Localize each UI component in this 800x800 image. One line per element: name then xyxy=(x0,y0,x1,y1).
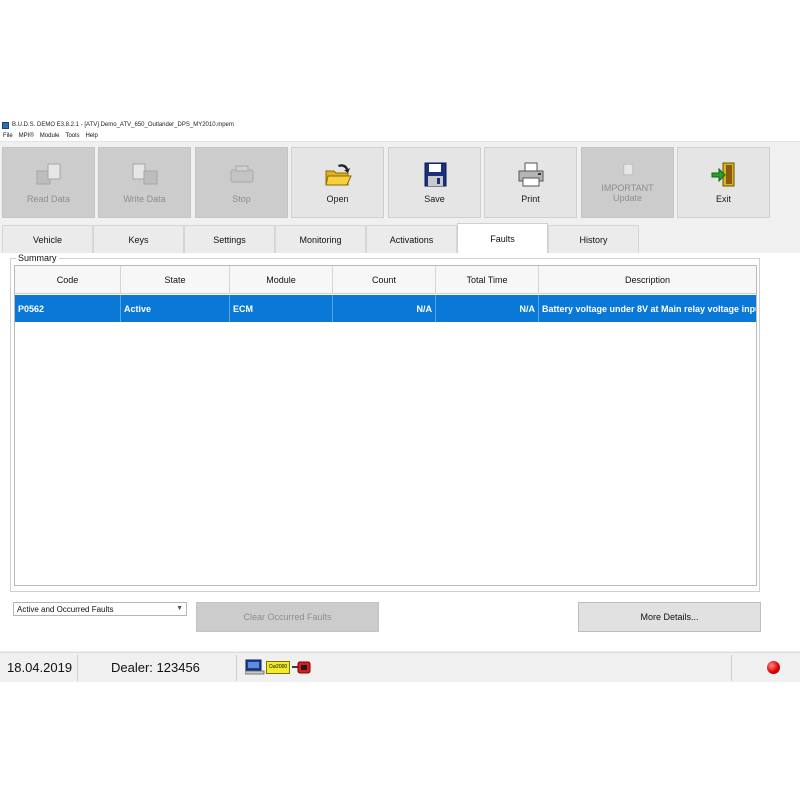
column-header-module[interactable]: Module xyxy=(230,266,333,294)
menu-file[interactable]: File xyxy=(0,133,16,139)
printer-icon xyxy=(518,162,543,186)
tab-faults[interactable]: Faults xyxy=(457,223,548,254)
more-details-button[interactable]: More Details... xyxy=(578,602,761,632)
menu-mpi[interactable]: MPI® xyxy=(16,133,37,139)
status-separator xyxy=(236,655,237,681)
column-header-state[interactable]: State xyxy=(121,266,230,294)
window-title: B.U.D.S. DEMO E3.8.2.1 - [ATV] Demo_ATV_… xyxy=(12,122,234,128)
app-icon xyxy=(2,121,9,129)
clear-occurred-faults-button[interactable]: Clear Occurred Faults xyxy=(196,602,379,632)
menu-tools[interactable]: Tools xyxy=(62,133,82,139)
status-bar: 18.04.2019 Dealer: 123456 Cw2000 xyxy=(0,652,800,682)
tab-history[interactable]: History xyxy=(548,225,639,253)
cell-total-time: N/A xyxy=(436,295,539,322)
vehicle-engine-icon xyxy=(292,661,311,674)
fault-filter-dropdown[interactable]: Active and Occurred Faults ▼ xyxy=(13,602,187,616)
tab-vehicle[interactable]: Vehicle xyxy=(2,225,93,253)
interface-device-label: Cw2000 xyxy=(268,664,288,670)
read-data-button[interactable]: Read Data xyxy=(2,147,95,218)
tab-settings[interactable]: Settings xyxy=(184,225,275,253)
cell-count: N/A xyxy=(333,295,436,322)
status-date: 18.04.2019 xyxy=(7,660,73,675)
faults-panel: Summary Code State Module Count Total Ti… xyxy=(0,253,800,651)
cell-state: Active xyxy=(121,295,230,322)
status-separator xyxy=(77,655,78,681)
table-header: Code State Module Count Total Time Descr… xyxy=(15,266,756,294)
summary-label: Summary xyxy=(16,253,59,263)
important-update-button[interactable]: IMPORTANT Update xyxy=(581,147,674,218)
column-header-code[interactable]: Code xyxy=(15,266,121,294)
column-header-description[interactable]: Description xyxy=(539,266,756,294)
connection-indicator-icon xyxy=(767,661,780,674)
stop-button[interactable]: Stop xyxy=(195,147,288,218)
print-button[interactable]: Print xyxy=(484,147,577,218)
tab-bar: Vehicle Keys Settings Monitoring Activat… xyxy=(0,223,800,254)
toolbar: Read Data Write Data Stop Open Save Prin… xyxy=(0,144,800,220)
buds-window: B.U.D.S. DEMO E3.8.2.1 - [ATV] Demo_ATV_… xyxy=(0,119,800,682)
status-dealer: Dealer: 123456 xyxy=(111,660,200,675)
exit-door-icon xyxy=(711,162,734,186)
update-icon xyxy=(623,162,633,175)
menu-bar: File MPI® Module Tools Help xyxy=(0,131,800,142)
read-data-icon xyxy=(36,163,60,184)
interface-device-icon: Cw2000 xyxy=(266,660,290,674)
cell-description: Battery voltage under 8V at Main relay v… xyxy=(542,303,756,314)
tab-activations[interactable]: Activations xyxy=(366,225,457,253)
menu-module[interactable]: Module xyxy=(37,133,63,139)
stop-icon xyxy=(230,165,253,182)
chevron-down-icon[interactable]: ▼ xyxy=(176,605,183,612)
open-button[interactable]: Open xyxy=(291,147,384,218)
column-header-count[interactable]: Count xyxy=(333,266,436,294)
menu-help[interactable]: Help xyxy=(82,133,100,139)
faults-table[interactable]: Code State Module Count Total Time Descr… xyxy=(14,265,757,586)
floppy-disk-icon xyxy=(424,162,446,186)
tab-monitoring[interactable]: Monitoring xyxy=(275,225,366,253)
column-header-total-time[interactable]: Total Time xyxy=(436,266,539,294)
fault-filter-value: Active and Occurred Faults xyxy=(17,604,114,614)
cell-module: ECM xyxy=(230,295,333,322)
cell-code: P0562 xyxy=(15,295,121,322)
folder-open-icon xyxy=(324,163,352,185)
computer-icon xyxy=(245,659,265,675)
tab-keys[interactable]: Keys xyxy=(93,225,184,253)
title-bar: B.U.D.S. DEMO E3.8.2.1 - [ATV] Demo_ATV_… xyxy=(0,119,800,131)
write-data-icon xyxy=(132,163,157,184)
exit-button[interactable]: Exit xyxy=(677,147,770,218)
status-separator xyxy=(731,655,732,681)
write-data-button[interactable]: Write Data xyxy=(98,147,191,218)
save-button[interactable]: Save xyxy=(388,147,481,218)
connection-status: Cw2000 xyxy=(245,659,313,675)
important-update-label: IMPORTANT Update xyxy=(601,182,654,203)
table-row[interactable]: P0562 Active ECM N/A N/A Battery voltage… xyxy=(15,295,756,322)
